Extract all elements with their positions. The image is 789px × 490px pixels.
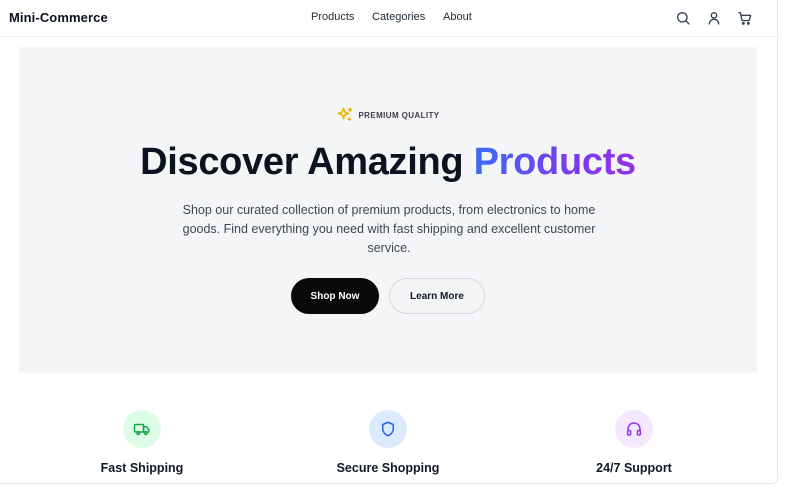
sparkles-icon: [336, 106, 354, 124]
page-frame: Mini-Commerce Products Categories About: [0, 0, 778, 484]
nav-link-about[interactable]: About: [443, 11, 472, 23]
nav-link-products[interactable]: Products: [311, 11, 354, 23]
feature-label: Fast Shipping: [100, 461, 184, 475]
learn-more-button[interactable]: Learn More: [389, 278, 485, 314]
shop-now-button[interactable]: Shop Now: [291, 278, 379, 314]
feature-icon-badge: [615, 410, 653, 448]
badge-label: PREMIUM QUALITY: [358, 110, 440, 120]
feature-icon-badge: [123, 410, 161, 448]
main-nav: Products Categories About: [0, 11, 777, 25]
feature-fast-shipping: Fast Shipping: [52, 410, 232, 475]
hero-section: PREMIUM QUALITY Discover Amazing Product…: [19, 47, 757, 373]
hero-description: Shop our curated collection of premium p…: [182, 203, 596, 255]
headline-main: Discover Amazing: [140, 141, 474, 183]
feature-label: Secure Shopping: [336, 461, 440, 475]
shield-icon: [379, 420, 397, 438]
cart-icon[interactable]: [737, 10, 753, 26]
hero-headline: Discover Amazing Products: [19, 141, 757, 184]
hero-actions: Shop Now Learn More: [19, 278, 757, 314]
feature-icon-badge: [369, 410, 407, 448]
nav-link-categories[interactable]: Categories: [372, 11, 425, 23]
feature-support: 24/7 Support: [544, 410, 724, 475]
features-section: Fast Shipping Secure Shopping 24/7 Suppo…: [0, 410, 777, 483]
truck-icon: [133, 420, 151, 438]
headphones-icon: [625, 420, 643, 438]
quality-badge: PREMIUM QUALITY: [19, 106, 757, 124]
site-header: Mini-Commerce Products Categories About: [0, 0, 777, 37]
user-icon[interactable]: [706, 10, 722, 26]
search-icon[interactable]: [675, 10, 691, 26]
feature-secure-shopping: Secure Shopping: [298, 410, 478, 475]
headline-accent: Products: [473, 141, 637, 183]
feature-label: 24/7 Support: [596, 461, 672, 475]
